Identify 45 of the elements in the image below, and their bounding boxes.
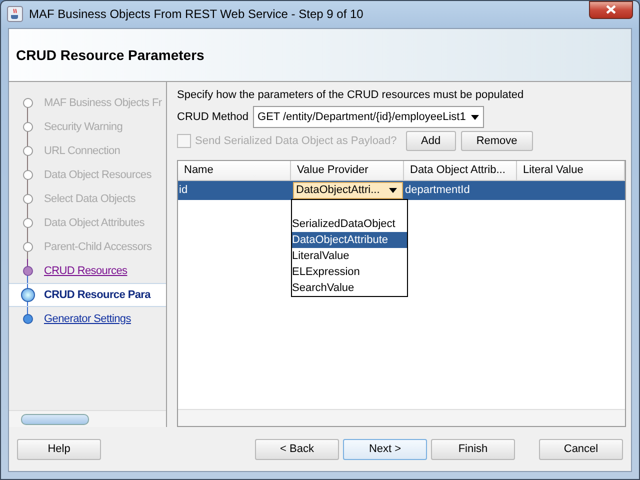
step-link[interactable]: Generator Settings xyxy=(44,313,131,325)
footer-button[interactable]: Finish xyxy=(431,438,515,460)
close-button[interactable] xyxy=(589,0,633,18)
table-cell-text: departmentId xyxy=(404,183,471,198)
dropdown-option[interactable]: SearchValue xyxy=(292,280,407,296)
close-icon xyxy=(606,5,616,14)
footer-button[interactable]: Next > xyxy=(343,438,427,460)
footer-button[interactable]: Help xyxy=(17,438,101,460)
step-node-icon xyxy=(23,98,33,108)
dropdown-option[interactable]: LiteralValue xyxy=(292,248,407,264)
step-node-icon xyxy=(23,314,33,324)
footer-button[interactable]: < Back xyxy=(255,438,339,460)
step-node-icon xyxy=(23,194,33,204)
table-button[interactable]: Add xyxy=(406,131,456,151)
horizontal-scrollbar[interactable] xyxy=(178,409,625,426)
table-cell-text: id xyxy=(178,183,189,198)
footer-button[interactable]: Cancel xyxy=(539,438,623,460)
column-header[interactable]: Name xyxy=(178,161,291,181)
step-node-icon xyxy=(23,170,33,180)
dropdown-option[interactable]: SerializedDataObject xyxy=(292,216,407,232)
page-heading: CRUD Resource Parameters xyxy=(16,47,204,63)
step-node-icon xyxy=(23,146,33,156)
step-node-icon xyxy=(23,242,33,252)
dropdown-arrow-icon xyxy=(389,188,397,193)
column-header[interactable]: Literal Value xyxy=(517,161,625,181)
dropdown-option[interactable]: ELExpression xyxy=(292,264,407,280)
column-header[interactable]: Data Object Attrib... xyxy=(404,161,517,181)
step-node-icon xyxy=(23,218,33,228)
crud-method-label: CRUD Method xyxy=(177,111,249,123)
dropdown-arrow-icon xyxy=(470,114,479,120)
step-node-icon xyxy=(21,288,35,302)
coffee-cup-icon xyxy=(7,6,23,22)
checkbox-label: Send Serialized Data Object as Payload? xyxy=(195,135,397,147)
step-node-icon xyxy=(23,122,33,132)
step-link[interactable]: CRUD Resources xyxy=(44,265,128,277)
window-title: MAF Business Objects From REST Web Service - Step 9 of 10 xyxy=(29,6,364,20)
instruction-text: Specify how the parameters of the CRUD resources must be populated xyxy=(177,89,525,101)
cell-dropdown[interactable]: DataObjectAttri... xyxy=(293,182,403,199)
step-node-icon xyxy=(23,266,33,276)
column-header[interactable]: Value Provider xyxy=(291,161,404,181)
crud-method-dropdown[interactable]: GET /entity/Department/{id}/employeeList1 xyxy=(252,106,484,128)
table-button[interactable]: Remove xyxy=(460,131,533,151)
horizontal-scrollbar[interactable] xyxy=(9,410,166,427)
table-row[interactable]: id DataObjectAttri... departmentId xyxy=(178,181,625,200)
dropdown-option[interactable]: DataObjectAttribute xyxy=(292,232,407,248)
